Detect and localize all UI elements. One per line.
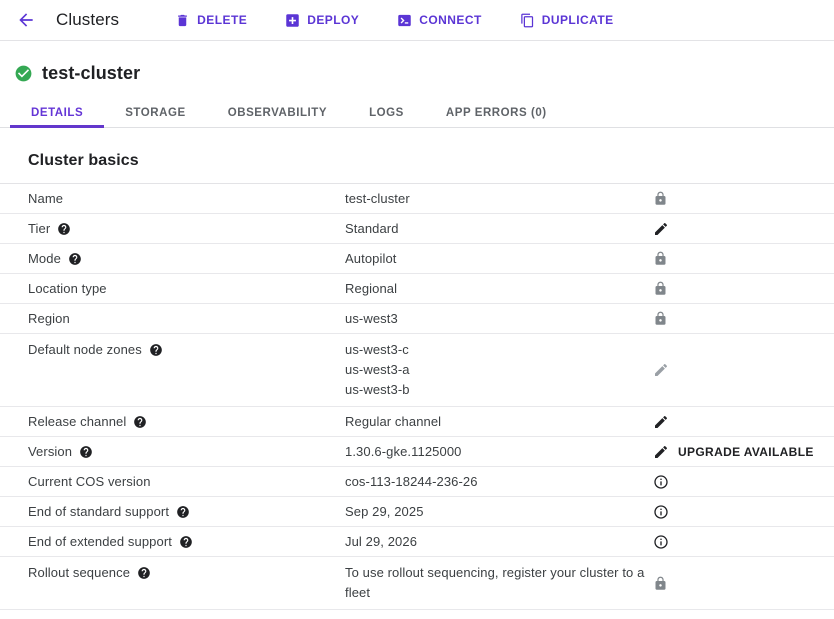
tab-bar: DETAILS STORAGE OBSERVABILITY LOGS APP E… (0, 98, 834, 128)
table-row-location-type: Location type Regional (0, 274, 834, 304)
row-label: End of standard support (28, 504, 169, 519)
tab-logs[interactable]: LOGS (348, 98, 425, 127)
table-row-mode: Mode Autopilot (0, 244, 834, 274)
row-value: Autopilot (345, 249, 645, 269)
help-icon[interactable] (57, 222, 71, 236)
connect-button-label: CONNECT (419, 13, 481, 27)
zone-item: us-west3-a (345, 360, 645, 380)
edit-icon[interactable] (653, 414, 669, 430)
duplicate-button-label: DUPLICATE (542, 13, 614, 27)
table-row-name: Name test-cluster (0, 184, 834, 214)
deploy-plus-icon (285, 13, 300, 28)
cluster-heading: test-cluster (0, 41, 834, 98)
help-icon[interactable] (133, 415, 147, 429)
help-icon[interactable] (79, 445, 93, 459)
tab-app-errors[interactable]: APP ERRORS (0) (425, 98, 568, 127)
terminal-icon (397, 13, 412, 28)
lock-icon (653, 576, 668, 591)
edit-disabled-icon (653, 362, 669, 378)
help-icon[interactable] (176, 505, 190, 519)
row-value: Standard (345, 219, 645, 239)
row-label: Current COS version (28, 474, 151, 489)
table-row-cos-version: Current COS version cos-113-18244-236-26 (0, 467, 834, 497)
edit-icon[interactable] (653, 444, 669, 460)
green-check-circle-icon (14, 64, 33, 83)
zone-item: us-west3-b (345, 380, 645, 400)
back-button[interactable] (10, 4, 42, 36)
row-value: 1.30.6-gke.1125000 (345, 442, 645, 462)
row-label: Release channel (28, 414, 126, 429)
tab-observability[interactable]: OBSERVABILITY (207, 98, 348, 127)
lock-icon (653, 311, 668, 326)
info-icon[interactable] (653, 504, 669, 520)
table-row-end-extended-support: End of extended support Jul 29, 2026 (0, 527, 834, 557)
row-value: cos-113-18244-236-26 (345, 472, 645, 492)
row-label: Location type (28, 281, 107, 296)
deploy-button-label: DEPLOY (307, 13, 359, 27)
lock-icon (653, 281, 668, 296)
cluster-basics-table: Name test-cluster Tier Standard Mode (0, 183, 834, 610)
delete-button[interactable]: DELETE (175, 13, 247, 28)
row-label: Default node zones (28, 342, 142, 357)
upgrade-available-badge[interactable]: UPGRADE AVAILABLE (678, 445, 814, 459)
row-value: test-cluster (345, 189, 645, 209)
help-icon[interactable] (179, 535, 193, 549)
info-icon[interactable] (653, 534, 669, 550)
section-title: Cluster basics (28, 152, 834, 170)
row-value: Jul 29, 2026 (345, 532, 645, 552)
trash-icon (175, 13, 190, 28)
help-icon[interactable] (149, 343, 163, 357)
arrow-back-icon (16, 10, 36, 30)
duplicate-button[interactable]: DUPLICATE (520, 13, 614, 28)
table-row-end-standard-support: End of standard support Sep 29, 2025 (0, 497, 834, 527)
table-row-tier: Tier Standard (0, 214, 834, 244)
connect-button[interactable]: CONNECT (397, 13, 481, 28)
row-label: End of extended support (28, 534, 172, 549)
delete-button-label: DELETE (197, 13, 247, 27)
row-label: Version (28, 444, 72, 459)
info-icon[interactable] (653, 474, 669, 490)
table-row-region: Region us-west3 (0, 304, 834, 334)
tab-storage[interactable]: STORAGE (104, 98, 207, 127)
row-value: Sep 29, 2025 (345, 502, 645, 522)
top-action-bar: Clusters DELETE DEPLOY CONNECT DUPLICATE (0, 0, 834, 41)
row-label: Name (28, 191, 63, 206)
row-label: Tier (28, 221, 50, 236)
edit-icon[interactable] (653, 221, 669, 237)
cluster-name: test-cluster (42, 63, 140, 84)
tab-details[interactable]: DETAILS (10, 98, 104, 127)
row-label: Region (28, 311, 70, 326)
lock-icon (653, 251, 668, 266)
page-title: Clusters (56, 10, 119, 30)
copy-icon (520, 13, 535, 28)
row-value: us-west3 (345, 309, 645, 329)
table-row-release-channel: Release channel Regular channel (0, 407, 834, 437)
help-icon[interactable] (68, 252, 82, 266)
table-row-rollout-sequence: Rollout sequence To use rollout sequenci… (0, 557, 834, 610)
action-buttons: DELETE DEPLOY CONNECT DUPLICATE (175, 13, 613, 28)
deploy-button[interactable]: DEPLOY (285, 13, 359, 28)
lock-icon (653, 191, 668, 206)
row-value: To use rollout sequencing, register your… (345, 563, 645, 603)
row-label: Rollout sequence (28, 565, 130, 580)
table-row-default-node-zones: Default node zones us-west3-c us-west3-a… (0, 334, 834, 407)
zone-item: us-west3-c (345, 340, 645, 360)
row-value: Regional (345, 279, 645, 299)
row-value: Regular channel (345, 412, 645, 432)
row-label: Mode (28, 251, 61, 266)
table-row-version: Version 1.30.6-gke.1125000 UPGRADE AVAIL… (0, 437, 834, 467)
help-icon[interactable] (137, 566, 151, 580)
